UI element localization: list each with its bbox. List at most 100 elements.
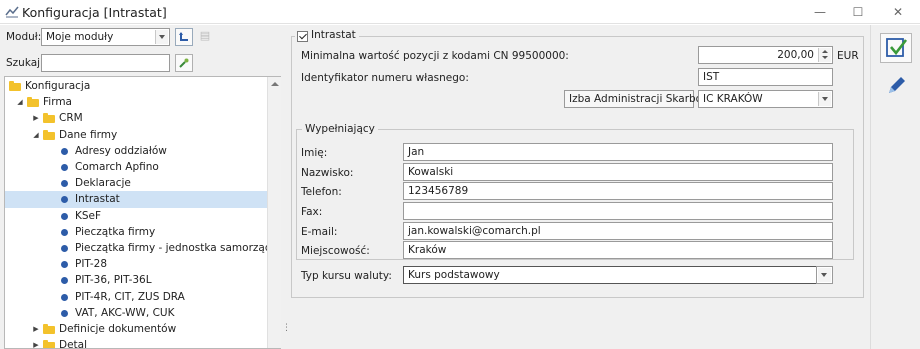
tree-item-label: Pieczątka firmy - jednostka samorządowa [75, 242, 281, 254]
filler-legend: Wypełniający [302, 123, 378, 135]
tree-item-label: CRM [59, 112, 83, 125]
tree-item[interactable]: VAT, AKC-WW, CUK [5, 305, 267, 322]
tree-item-label: PIT-28 [75, 258, 108, 271]
item-icon [61, 147, 68, 155]
item-icon [61, 245, 68, 252]
folder-icon [43, 324, 55, 334]
item-icon [61, 196, 68, 204]
collapse-arrow-icon[interactable]: ◢ [31, 127, 41, 144]
module-select[interactable]: Moje moduły [41, 28, 170, 46]
tree-item[interactable]: Intrastat [5, 191, 267, 209]
tree-item[interactable]: ◢ Firma [5, 94, 267, 111]
folder-icon [27, 97, 39, 108]
tree-item-label: Dane firmy [59, 128, 118, 141]
expand-arrow-icon[interactable]: ▶ [31, 321, 41, 338]
tree-item[interactable]: PIT-4R, CIT, ZUS DRA [5, 289, 267, 306]
rate-label: Typ kursu waluty: [301, 270, 392, 282]
min-value-value: 200,00 [777, 49, 814, 61]
tree-item[interactable]: ▶ Detal [5, 337, 267, 349]
tree-item[interactable]: ◢ Dane firmy [5, 127, 267, 144]
item-icon [61, 277, 68, 285]
tree-item-label: PIT-36, PIT-36L [75, 274, 152, 287]
first-name-field[interactable]: Jan [403, 143, 833, 161]
module-label: Moduł: [6, 31, 42, 43]
pages-icon: ▤ [199, 29, 211, 42]
collapse-arrow-icon[interactable]: ◢ [15, 94, 25, 111]
tree-item-label: KSeF [75, 209, 102, 222]
tree-scrollbar[interactable] [267, 77, 281, 348]
tree-item-label: Konfiguracja [25, 80, 91, 92]
search-button[interactable] [175, 54, 193, 72]
search-input[interactable] [41, 54, 170, 72]
email-field[interactable]: jan.kowalski@comarch.pl [403, 222, 833, 240]
spinner-icon[interactable] [818, 48, 831, 62]
id-field[interactable]: IST [698, 68, 833, 86]
left-panel: Moduł: Moje moduły ▤ Szukaj: Konfiguracj… [0, 25, 281, 349]
chevron-down-icon [818, 268, 831, 282]
tree-item[interactable]: ▶ CRM [5, 110, 267, 127]
disabled-tool-button[interactable]: ▤ [196, 28, 214, 46]
tree-item-label: Adresy oddziałów [75, 144, 167, 157]
tree-item[interactable]: Pieczątka firmy [5, 224, 267, 241]
tree-item[interactable]: Adresy oddziałów [5, 143, 267, 160]
tree-item-label: PIT-4R, CIT, ZUS DRA [75, 290, 185, 303]
maximize-button[interactable]: ☐ [838, 0, 878, 24]
tree-item-label: Definicje dokumentów [59, 323, 177, 335]
item-icon [61, 293, 68, 301]
tree-item[interactable]: PIT-28 [5, 256, 267, 273]
arrow-back-icon [179, 32, 188, 41]
phone-field[interactable]: 123456789 [403, 182, 833, 200]
rate-select[interactable]: Kurs podstawowy [403, 266, 833, 284]
tree-item[interactable]: ▶ Definicje dokumentów [5, 321, 267, 338]
title-bar: Konfiguracja [Intrastat] — ☐ ✕ [0, 0, 920, 24]
folder-icon [43, 129, 55, 140]
edit-button[interactable] [880, 71, 912, 101]
currency-label: EUR [837, 50, 859, 62]
intrastat-legend[interactable]: Intrastat [295, 29, 359, 42]
first-name-label: Imię: [301, 147, 328, 159]
last-name-field[interactable]: Kowalski [403, 163, 833, 181]
last-name-label: Nazwisko: [301, 167, 354, 179]
folder-icon [43, 113, 55, 124]
email-label: E-mail: [301, 226, 338, 238]
tree-item[interactable]: KSeF [5, 208, 267, 225]
module-select-value: Moje moduły [46, 31, 114, 43]
item-icon [61, 164, 68, 171]
rate-select-value: Kurs podstawowy [408, 269, 500, 281]
tree-item-label: VAT, AKC-WW, CUK [75, 306, 175, 319]
refresh-button[interactable] [175, 28, 193, 46]
tree-item[interactable]: Comarch Apfino [5, 159, 267, 176]
folder-icon [43, 340, 55, 348]
search-icon [179, 58, 189, 68]
intrastat-checkbox[interactable] [297, 31, 308, 42]
tree-item-label: Pieczątka firmy [75, 225, 156, 238]
tree-item[interactable]: Konfiguracja [5, 78, 267, 95]
tree-item-label: Detal [59, 339, 88, 349]
city-field[interactable]: Kraków [403, 241, 833, 259]
tree-item-label: Comarch Apfino [75, 161, 159, 173]
action-bar [870, 25, 920, 349]
config-tree[interactable]: Konfiguracja ◢ Firma ▶ CRM ◢ Dane firmy Adresy … [4, 76, 281, 349]
expand-arrow-icon[interactable]: ▶ [31, 337, 41, 348]
fax-field[interactable] [403, 202, 833, 220]
tree-item[interactable]: PIT-36, PIT-36L [5, 272, 267, 289]
close-button[interactable]: ✕ [878, 0, 918, 24]
rate-dropdown-button[interactable] [816, 266, 833, 284]
window-title: Konfiguracja [Intrastat] [22, 5, 167, 20]
min-value-field[interactable]: 200,00 [698, 46, 833, 64]
tree-item[interactable]: Deklaracje [5, 175, 267, 192]
izba-select[interactable]: IC KRAKÓW [698, 90, 833, 108]
scroll-up-icon[interactable] [271, 82, 279, 86]
form-panel: Intrastat Minimalna wartość pozycji z ko… [287, 25, 870, 349]
tree-item-label: Deklaracje [75, 177, 131, 190]
tree-item[interactable]: Pieczątka firmy - jednostka samorządowa [5, 240, 281, 257]
tree-item-label: Intrastat [75, 193, 120, 206]
minimize-button[interactable]: — [800, 0, 840, 24]
pencil-icon [889, 77, 905, 93]
search-label: Szukaj: [6, 57, 44, 69]
item-icon [61, 228, 68, 236]
expand-arrow-icon[interactable]: ▶ [31, 110, 41, 127]
izba-button[interactable]: Izba Administracji Skarbowej: [564, 90, 724, 108]
save-button[interactable] [880, 33, 912, 63]
city-label: Miejscowość: [301, 245, 370, 257]
